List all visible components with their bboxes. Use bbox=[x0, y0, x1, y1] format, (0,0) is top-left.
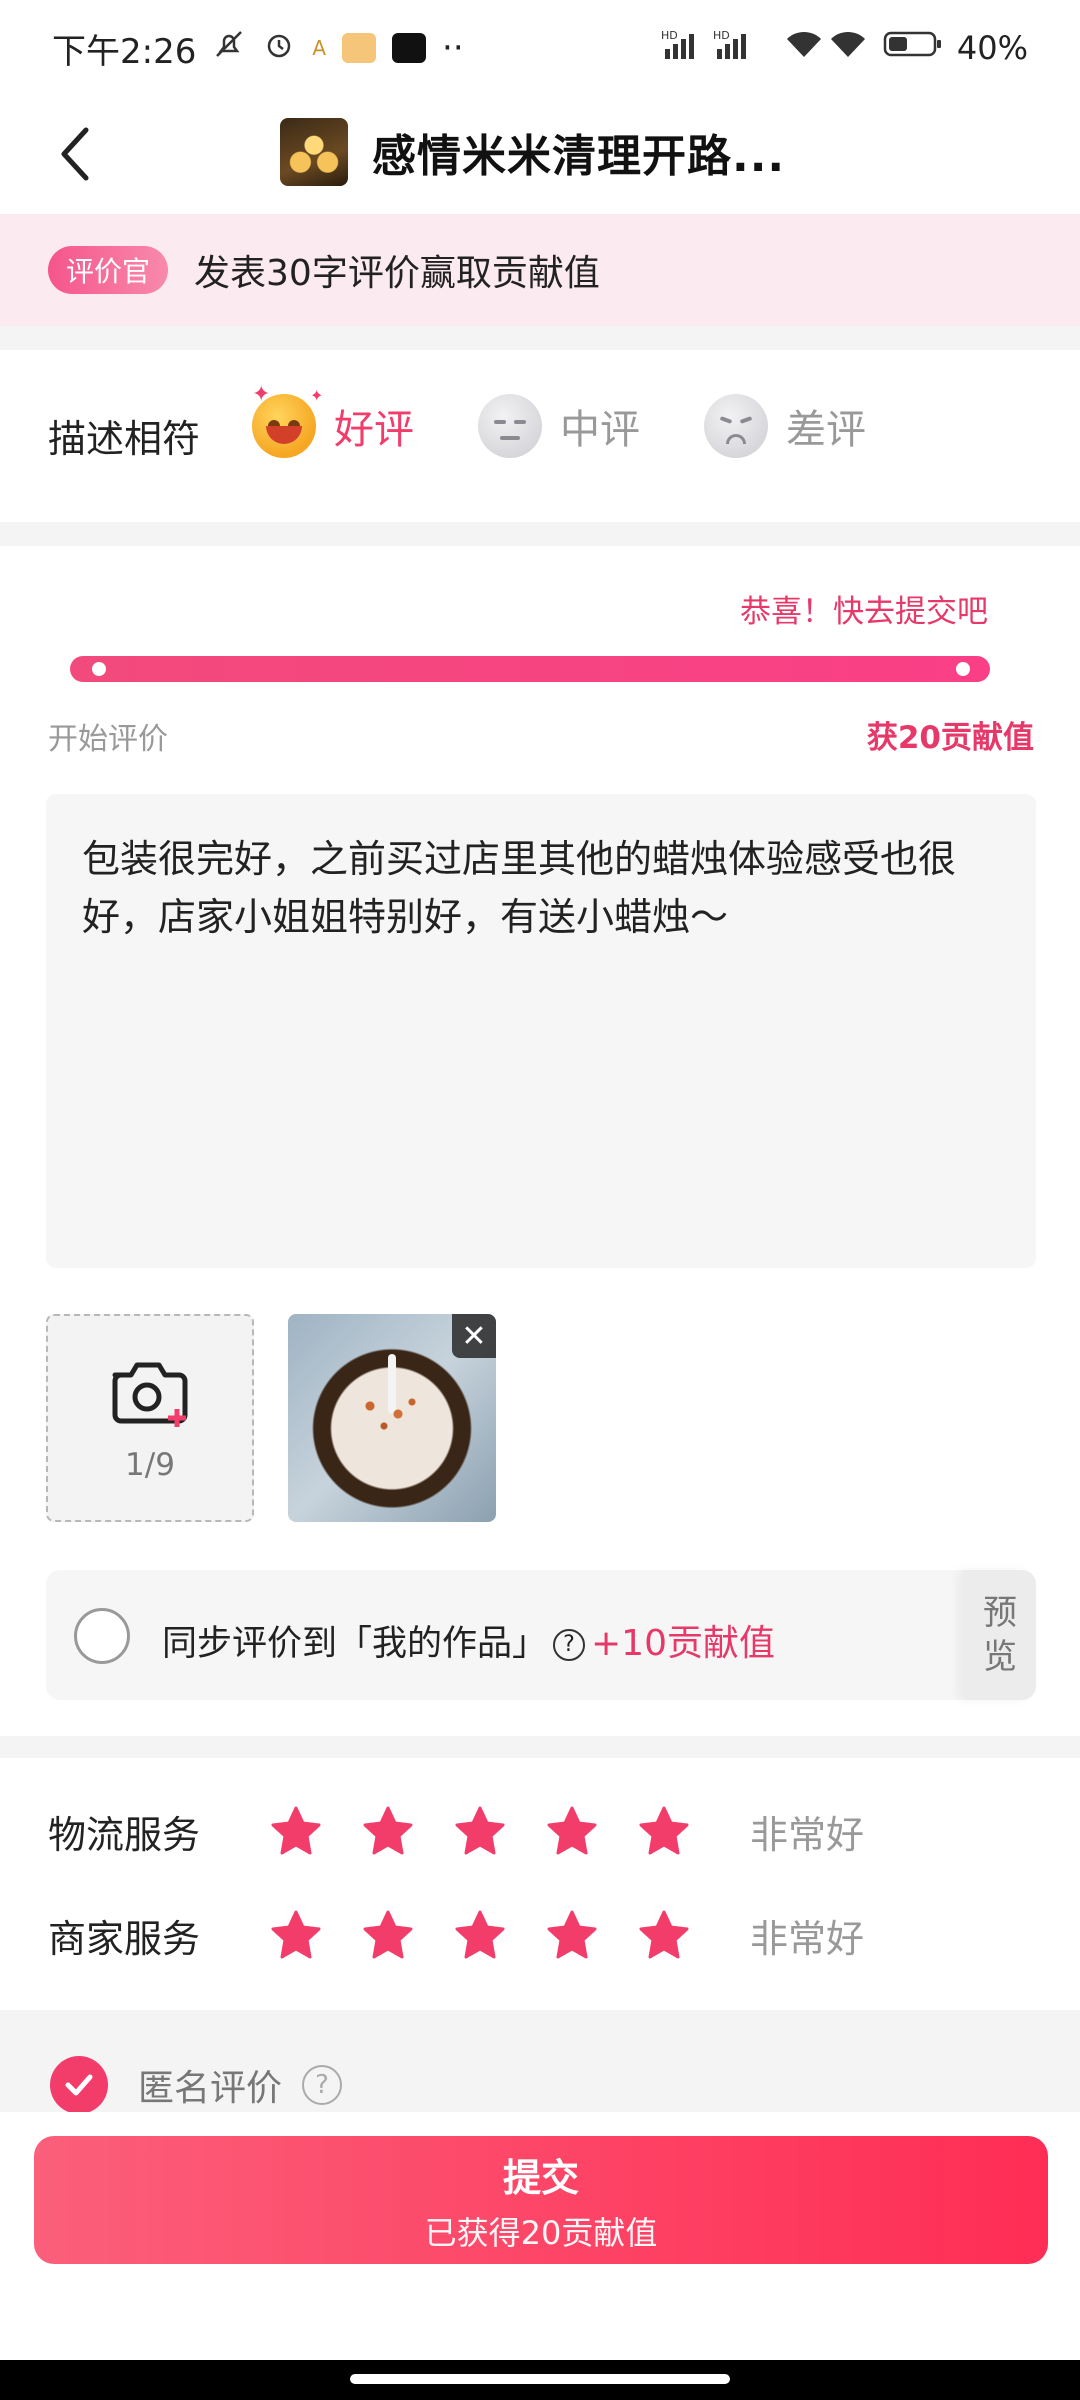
logistics-rating-row: 物流服务 非常好 bbox=[48, 1796, 864, 1866]
sync-label: 同步评价到「我的作品」 bbox=[162, 1624, 548, 1664]
back-button[interactable] bbox=[52, 124, 100, 184]
reviewer-badge: 评价官 bbox=[48, 246, 169, 294]
rating-option-label: 中评 bbox=[560, 407, 640, 453]
banner-text: 发表30字评价赢取贡献值 bbox=[194, 253, 600, 294]
check-icon bbox=[65, 2074, 93, 2096]
camera-add-icon bbox=[112, 1362, 188, 1427]
merchant-rating-row: 商家服务 非常好 bbox=[48, 1900, 864, 1970]
bottom-bar: 提交 已获得20贡献值 bbox=[0, 2112, 1080, 2360]
star-icon[interactable] bbox=[638, 1805, 690, 1857]
gesture-bar bbox=[0, 2360, 1080, 2400]
uploaded-photo[interactable]: ✕ bbox=[288, 1314, 496, 1522]
photo-count: 1/9 bbox=[125, 1447, 175, 1483]
submit-button[interactable]: 提交 已获得20贡献值 bbox=[34, 2136, 1048, 2264]
preview-label-2: 览 bbox=[983, 1637, 1017, 1677]
star-icon[interactable] bbox=[270, 1909, 322, 1961]
status-time: 下午2:26 bbox=[52, 31, 197, 72]
svg-text:HD: HD bbox=[713, 29, 730, 42]
sync-reward: +10贡献值 bbox=[591, 1623, 775, 1664]
neutral-face-icon bbox=[478, 394, 542, 458]
rating-option-bad[interactable]: 差评 bbox=[704, 394, 866, 458]
review-text-input[interactable]: 包装很完好，之前买过店里其他的蜡烛体验感受也很好，店家小姐姐特别好，有送小蜡烛～ bbox=[46, 794, 1036, 1268]
description-rating-card: 描述相符 ✦ ✦ 好评 中评 差评 bbox=[0, 350, 1080, 522]
alarm-icon bbox=[262, 27, 296, 70]
home-indicator[interactable] bbox=[350, 2374, 730, 2384]
signal-icon: HD HD bbox=[661, 27, 771, 69]
submit-sublabel: 已获得20贡献值 bbox=[424, 2213, 658, 2252]
status-bar: 下午2:26 A ·· HD HD 40% bbox=[0, 0, 1080, 96]
star-icon[interactable] bbox=[362, 1805, 414, 1857]
service-value: 非常好 bbox=[750, 1916, 865, 1961]
progress-start-label: 开始评价 bbox=[48, 722, 168, 757]
star-icon[interactable] bbox=[546, 1805, 598, 1857]
star-icon[interactable] bbox=[362, 1909, 414, 1961]
nav-header: 感情米米清理开路... bbox=[0, 96, 1080, 214]
more-icon: ·· bbox=[442, 28, 464, 68]
help-icon[interactable]: ? bbox=[553, 1629, 586, 1661]
anonymous-checkbox[interactable] bbox=[50, 2056, 108, 2114]
rating-option-label: 好评 bbox=[334, 407, 414, 453]
happy-face-icon bbox=[252, 394, 316, 458]
sparkle-icon: ✦ bbox=[310, 386, 324, 405]
shop-thumbnail bbox=[280, 118, 348, 186]
add-photo-button[interactable]: 1/9 bbox=[46, 1314, 254, 1522]
preview-button[interactable]: 预 览 bbox=[964, 1570, 1036, 1700]
progress-reward-label: 获20贡献值 bbox=[866, 720, 1034, 756]
rating-label: 描述相符 bbox=[48, 417, 201, 461]
capcut-icon bbox=[392, 33, 427, 63]
star-icon[interactable] bbox=[638, 1909, 690, 1961]
service-label: 物流服务 bbox=[48, 1812, 201, 1857]
battery-percent: 40% bbox=[956, 29, 1028, 67]
progress-message: 恭喜！快去提交吧 bbox=[740, 594, 988, 630]
page-title: 感情米米清理开路... bbox=[372, 131, 786, 182]
progress-start-dot bbox=[92, 662, 106, 676]
star-icon[interactable] bbox=[270, 1805, 322, 1857]
service-label: 商家服务 bbox=[48, 1916, 201, 1961]
remove-photo-button[interactable]: ✕ bbox=[452, 1314, 496, 1358]
mail-icon bbox=[342, 33, 377, 63]
battery-icon bbox=[883, 29, 943, 67]
rating-option-good[interactable]: ✦ ✦ 好评 bbox=[252, 382, 414, 458]
sad-face-icon bbox=[704, 394, 768, 458]
svg-text:HD: HD bbox=[661, 29, 678, 42]
wifi-icon bbox=[785, 27, 869, 69]
preview-label-1: 预 bbox=[983, 1593, 1017, 1633]
help-icon[interactable]: ? bbox=[302, 2065, 343, 2105]
star-icon[interactable] bbox=[454, 1805, 506, 1857]
review-card: 恭喜！快去提交吧 开始评价 获20贡献值 包装很完好，之前买过店里其他的蜡烛体验… bbox=[0, 546, 1080, 1736]
close-icon: ✕ bbox=[461, 1318, 487, 1354]
service-value: 非常好 bbox=[750, 1812, 865, 1857]
service-ratings-card: 物流服务 非常好 商家服务 非常好 bbox=[0, 1758, 1080, 2010]
sync-text-group: 同步评价到「我的作品」? +10贡献值 bbox=[162, 1614, 775, 1666]
anonymous-label: 匿名评价 bbox=[138, 2068, 283, 2109]
candle-flecks bbox=[356, 1394, 426, 1434]
rating-option-neutral[interactable]: 中评 bbox=[478, 394, 640, 458]
sync-to-works-row: 同步评价到「我的作品」? +10贡献值 预 览 bbox=[46, 1570, 1036, 1700]
promo-banner: 评价官 发表30字评价赢取贡献值 bbox=[0, 214, 1080, 326]
chevron-left-icon bbox=[61, 127, 89, 181]
sync-radio[interactable] bbox=[74, 1608, 130, 1664]
star-rating[interactable] bbox=[270, 1909, 690, 1961]
star-icon[interactable] bbox=[546, 1909, 598, 1961]
submit-label: 提交 bbox=[502, 2155, 579, 2200]
app-icon: A bbox=[312, 36, 327, 60]
review-progress-bar bbox=[70, 656, 990, 682]
star-rating[interactable] bbox=[270, 1805, 690, 1857]
progress-end-dot bbox=[956, 662, 970, 676]
rating-option-label: 差评 bbox=[786, 407, 866, 453]
anonymous-row: 匿名评价 ? bbox=[50, 2056, 343, 2114]
mute-icon bbox=[212, 27, 246, 70]
star-icon[interactable] bbox=[454, 1909, 506, 1961]
